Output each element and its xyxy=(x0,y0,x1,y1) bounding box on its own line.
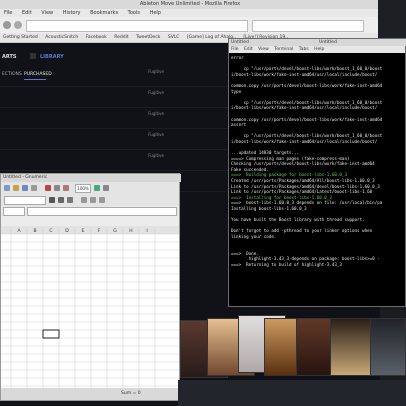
term-menu-help[interactable]: Help xyxy=(314,47,324,52)
underline-icon[interactable] xyxy=(67,197,73,203)
cut-icon[interactable] xyxy=(45,185,51,191)
search-input[interactable] xyxy=(252,20,364,32)
video-thumbnail[interactable] xyxy=(370,318,406,376)
bookmark-item[interactable]: Getting Started xyxy=(3,35,38,40)
menu-help[interactable]: Help xyxy=(150,10,161,16)
term-menu-file[interactable]: File xyxy=(231,47,239,52)
terminal-line: common.copy /usr/ports/devel/boost-libs/… xyxy=(231,82,383,88)
menu-history[interactable]: History xyxy=(63,10,81,16)
selected-cell[interactable] xyxy=(42,329,60,339)
terminal-line: i/boost-libs/work/fake-inst-amd64/usr/lo… xyxy=(231,105,378,111)
firefox-menubar: File Edit View History Bookmarks Tools H… xyxy=(0,9,380,17)
terminal-output[interactable]: error cp "/usr/ports/devel/boost-libs/wo… xyxy=(231,55,403,303)
cell-ref-input[interactable] xyxy=(3,207,25,216)
terminal-window: Untitled Untitled File Edit View Termina… xyxy=(228,38,406,307)
sort-icon[interactable] xyxy=(103,185,109,191)
tab-collections[interactable]: ECTIONS xyxy=(2,72,22,77)
library-link[interactable]: LIBRARY xyxy=(40,54,64,60)
url-bar[interactable] xyxy=(26,20,248,32)
spreadsheet-grid[interactable]: ABCDEFGHI xyxy=(1,226,179,388)
term-menu-terminal[interactable]: Terminal xyxy=(274,47,293,52)
terminal-tab-left[interactable]: Untitled xyxy=(231,40,249,45)
tab-purchased[interactable]: PURCHASED xyxy=(24,72,52,77)
save-icon[interactable] xyxy=(22,185,28,191)
spreadsheet-statusbar: Sum = 0 xyxy=(1,388,179,400)
column-header[interactable]: C xyxy=(49,228,52,234)
column-header[interactable]: H xyxy=(129,228,132,234)
row-tag: Fugitive xyxy=(148,153,164,158)
forward-icon[interactable] xyxy=(14,21,22,29)
zoom-select[interactable]: 100% xyxy=(75,184,91,193)
menu-tools[interactable]: Tools xyxy=(128,10,140,16)
row-tag: Fugitive xyxy=(148,111,164,116)
menu-edit[interactable]: Edit xyxy=(22,10,32,16)
tab-indicator xyxy=(24,79,46,80)
terminal-line: common.copy /usr/ports/devel/boost-libs/… xyxy=(231,116,383,122)
font-select[interactable] xyxy=(4,196,46,205)
copy-icon[interactable] xyxy=(54,185,60,191)
row-tag: Fugitive xyxy=(148,90,164,95)
column-header[interactable]: E xyxy=(82,228,85,234)
column-header[interactable]: F xyxy=(98,228,101,234)
terminal-menubar: File Edit View Terminal Tabs Help xyxy=(229,46,405,53)
terminal-line: i/boost-libs/work/fake-inst-amd64/usr/lo… xyxy=(231,71,378,77)
formula-bar xyxy=(1,206,179,216)
bookmark-item[interactable]: Reddit xyxy=(114,35,128,40)
chart-icon[interactable] xyxy=(94,185,100,191)
terminal-line: ===> Returning to build of highlight-3.4… xyxy=(231,261,342,267)
column-header[interactable]: I xyxy=(146,228,147,234)
new-icon[interactable] xyxy=(4,185,10,191)
bold-icon[interactable] xyxy=(49,197,55,203)
italic-icon[interactable] xyxy=(58,197,64,203)
taskbar xyxy=(178,380,406,406)
bookmark-item[interactable]: TweetDeck xyxy=(136,35,160,40)
terminal-line: i/boost-libs/work/fake-inst-amd64/usr/lo… xyxy=(231,138,378,144)
menu-file[interactable]: File xyxy=(4,10,12,16)
align-center-icon[interactable] xyxy=(90,197,96,203)
column-header-bar xyxy=(1,226,179,234)
library-tabs: ECTIONS PURCHASED xyxy=(0,70,230,82)
column-header[interactable]: G xyxy=(113,228,117,234)
bookmark-item[interactable]: SVLC xyxy=(168,35,180,40)
firefox-titlebar: Ableton Move Unlimited - Mozilla Firefox xyxy=(0,0,380,9)
menu-icon[interactable] xyxy=(30,53,36,59)
formula-input[interactable] xyxy=(27,207,177,216)
terminal-line: cp "/usr/ports/devel/boost-libs/work/boo… xyxy=(231,66,383,72)
app-header: ARTS LIBRARY xyxy=(0,52,230,66)
row-tag: Fugitive xyxy=(148,132,164,137)
term-menu-edit[interactable]: Edit xyxy=(244,47,253,52)
term-menu-view[interactable]: View xyxy=(258,47,269,52)
spreadsheet-toolbar: 100% xyxy=(1,182,179,194)
spreadsheet-titlebar: Untitled - Gnumeric xyxy=(1,174,181,182)
bookmark-item[interactable]: Facebook xyxy=(86,35,107,40)
menu-view[interactable]: View xyxy=(41,10,53,16)
align-right-icon[interactable] xyxy=(99,197,105,203)
app-header-title: ARTS xyxy=(2,54,17,60)
bookmark-item[interactable]: AcousticSnitch xyxy=(45,35,78,40)
terminal-titlebar: Untitled Untitled xyxy=(229,39,406,46)
align-left-icon[interactable] xyxy=(81,197,87,203)
column-header[interactable]: B xyxy=(33,228,36,234)
menu-bookmarks[interactable]: Bookmarks xyxy=(90,10,118,16)
format-toolbar xyxy=(1,194,179,206)
firefox-navbar xyxy=(0,17,380,34)
print-icon[interactable] xyxy=(31,185,37,191)
spreadsheet-window: Untitled - Gnumeric 100% ABCDEFGHI Sum =… xyxy=(0,173,181,401)
terminal-tab-right[interactable]: Untitled xyxy=(319,39,337,46)
term-menu-tabs[interactable]: Tabs xyxy=(299,47,309,52)
sum-status: Sum = 0 xyxy=(121,391,141,396)
back-icon[interactable] xyxy=(3,21,11,29)
column-header[interactable]: D xyxy=(65,228,69,234)
open-icon[interactable] xyxy=(13,185,19,191)
paste-icon[interactable] xyxy=(63,185,69,191)
